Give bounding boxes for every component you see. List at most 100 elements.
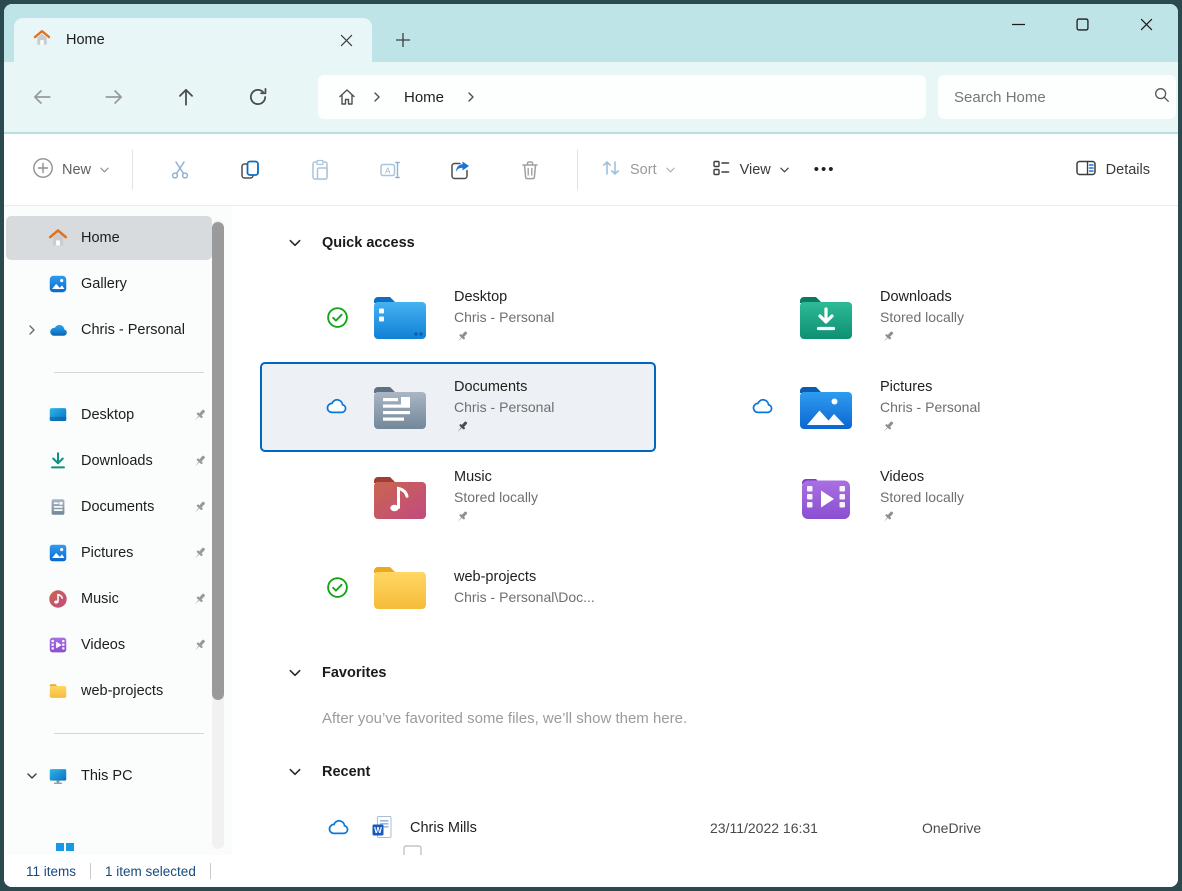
word-document-icon: W xyxy=(370,815,394,841)
folder-icon-music xyxy=(370,472,430,522)
details-button[interactable]: Details xyxy=(1064,148,1160,191)
home-icon xyxy=(32,28,52,53)
section-header-recent[interactable]: Recent xyxy=(232,757,1178,787)
folder-icon-downloads xyxy=(796,292,856,342)
sort-button[interactable]: Sort xyxy=(590,149,686,190)
pin-icon xyxy=(880,509,964,527)
sidebar-item-downloads[interactable]: Downloads xyxy=(6,439,216,483)
maximize-button[interactable] xyxy=(1050,4,1114,44)
file-tile-documents[interactable]: Documents Chris - Personal xyxy=(260,362,656,452)
tab-title: Home xyxy=(66,32,332,48)
chevron-right-icon xyxy=(364,84,390,110)
svg-text:A: A xyxy=(385,166,391,175)
sidebar-item-gallery[interactable]: Gallery xyxy=(6,262,216,306)
tile-subtitle: Stored locally xyxy=(880,487,964,507)
file-tile-web-projects[interactable]: web-projects Chris - Personal\Doc... xyxy=(260,542,656,632)
videos-icon xyxy=(46,634,70,656)
search-input[interactable] xyxy=(954,89,1153,106)
scrollbar-thumb[interactable] xyxy=(212,222,224,700)
paste-icon[interactable] xyxy=(308,158,332,182)
sidebar-item-label: Desktop xyxy=(81,407,186,423)
sidebar-item-home[interactable]: Home xyxy=(6,216,212,260)
selection-count: 1 item selected xyxy=(105,864,196,879)
file-tile-desktop[interactable]: Desktop Chris - Personal xyxy=(260,272,656,362)
cloud-status-icon xyxy=(750,394,776,420)
tab-close-icon[interactable] xyxy=(332,26,360,54)
up-button[interactable] xyxy=(166,77,206,117)
new-button[interactable]: New xyxy=(22,149,120,190)
sidebar-item-this-pc[interactable]: This PC xyxy=(6,754,216,798)
more-options-icon[interactable]: ••• xyxy=(800,153,850,186)
toolbar-divider xyxy=(132,150,133,190)
sidebar-item-pictures[interactable]: Pictures xyxy=(6,531,216,575)
recent-file-name: Chris Mills xyxy=(410,820,710,836)
chevron-down-icon xyxy=(779,164,790,175)
pin-icon xyxy=(454,509,538,527)
section-header-favorites[interactable]: Favorites xyxy=(232,658,1178,688)
chevron-down-icon xyxy=(99,164,110,175)
share-icon[interactable] xyxy=(448,158,472,182)
cut-icon[interactable] xyxy=(168,158,192,182)
chevron-right-icon[interactable] xyxy=(18,324,46,336)
search-icon[interactable] xyxy=(1153,86,1171,109)
file-tile-music[interactable]: Music Stored locally xyxy=(260,452,656,542)
minimize-button[interactable] xyxy=(986,4,1050,44)
copy-icon[interactable] xyxy=(238,158,262,182)
sidebar-item-music[interactable]: Music xyxy=(6,577,216,621)
sidebar-item-documents[interactable]: Documents xyxy=(6,485,216,529)
chevron-right-icon[interactable] xyxy=(458,84,484,110)
search-box[interactable] xyxy=(938,75,1176,119)
section-title: Recent xyxy=(322,764,370,780)
close-button[interactable] xyxy=(1114,4,1178,44)
refresh-button[interactable] xyxy=(238,77,278,117)
sync-ok-icon xyxy=(324,575,350,600)
view-button-label: View xyxy=(740,162,771,178)
view-button[interactable]: View xyxy=(700,149,800,190)
sidebar-item-onedrive[interactable]: Chris - Personal xyxy=(6,308,216,352)
titlebar: Home xyxy=(4,4,1178,62)
file-tile-videos[interactable]: Videos Stored locally xyxy=(686,452,1082,542)
tile-subtitle: Stored locally xyxy=(454,487,538,507)
chevron-down-icon[interactable] xyxy=(18,770,46,782)
pin-icon xyxy=(186,499,212,516)
sidebar-scrollbar[interactable] xyxy=(212,220,224,849)
sidebar-item-label: This PC xyxy=(81,768,216,784)
delete-icon[interactable] xyxy=(518,158,542,182)
recent-file-row[interactable]: W Chris Mills 23/11/2022 16:31 OneDrive xyxy=(232,803,1178,853)
tab-home[interactable]: Home xyxy=(14,18,372,62)
pin-icon xyxy=(454,419,554,437)
breadcrumb-item-home[interactable]: Home xyxy=(390,89,458,106)
rename-icon[interactable]: A xyxy=(378,158,402,182)
sidebar-item-videos[interactable]: Videos xyxy=(6,623,216,667)
tile-name: Music xyxy=(454,467,538,487)
sync-ok-icon xyxy=(324,305,350,330)
statusbar-divider xyxy=(90,863,91,879)
tile-subtitle: Chris - Personal xyxy=(454,397,554,417)
sidebar-item-label: Home xyxy=(81,230,212,246)
cloud-status-icon xyxy=(326,815,352,841)
sort-button-label: Sort xyxy=(630,162,657,178)
tile-name: Desktop xyxy=(454,287,554,307)
section-header-quick-access[interactable]: Quick access xyxy=(232,228,1178,258)
sidebar-item-label: Pictures xyxy=(81,545,186,561)
address-bar[interactable]: Home xyxy=(318,75,926,119)
file-tile-pictures[interactable]: Pictures Chris - Personal xyxy=(686,362,1082,452)
sidebar-item-label: Videos xyxy=(81,637,186,653)
partially-visible-file-icon xyxy=(400,844,424,855)
new-tab-button[interactable] xyxy=(386,23,420,57)
file-explorer-window: Home xyxy=(4,4,1178,887)
navigation-bar: Home xyxy=(4,62,1178,132)
tile-name: Videos xyxy=(880,467,964,487)
sidebar-item-desktop[interactable]: Desktop xyxy=(6,393,216,437)
sidebar-item-label: Music xyxy=(81,591,186,607)
status-bar: 11 items 1 item selected xyxy=(4,855,1178,887)
divider xyxy=(54,733,204,734)
file-tile-downloads[interactable]: Downloads Stored locally xyxy=(686,272,1082,362)
breadcrumb-home-icon[interactable] xyxy=(330,80,364,114)
tile-subtitle: Chris - Personal\Doc... xyxy=(454,587,595,607)
sidebar-item-web-projects[interactable]: web-projects xyxy=(6,669,216,713)
folder-icon-pictures xyxy=(796,382,856,432)
pin-icon xyxy=(186,637,212,654)
back-button[interactable] xyxy=(22,77,62,117)
forward-button[interactable] xyxy=(94,77,134,117)
